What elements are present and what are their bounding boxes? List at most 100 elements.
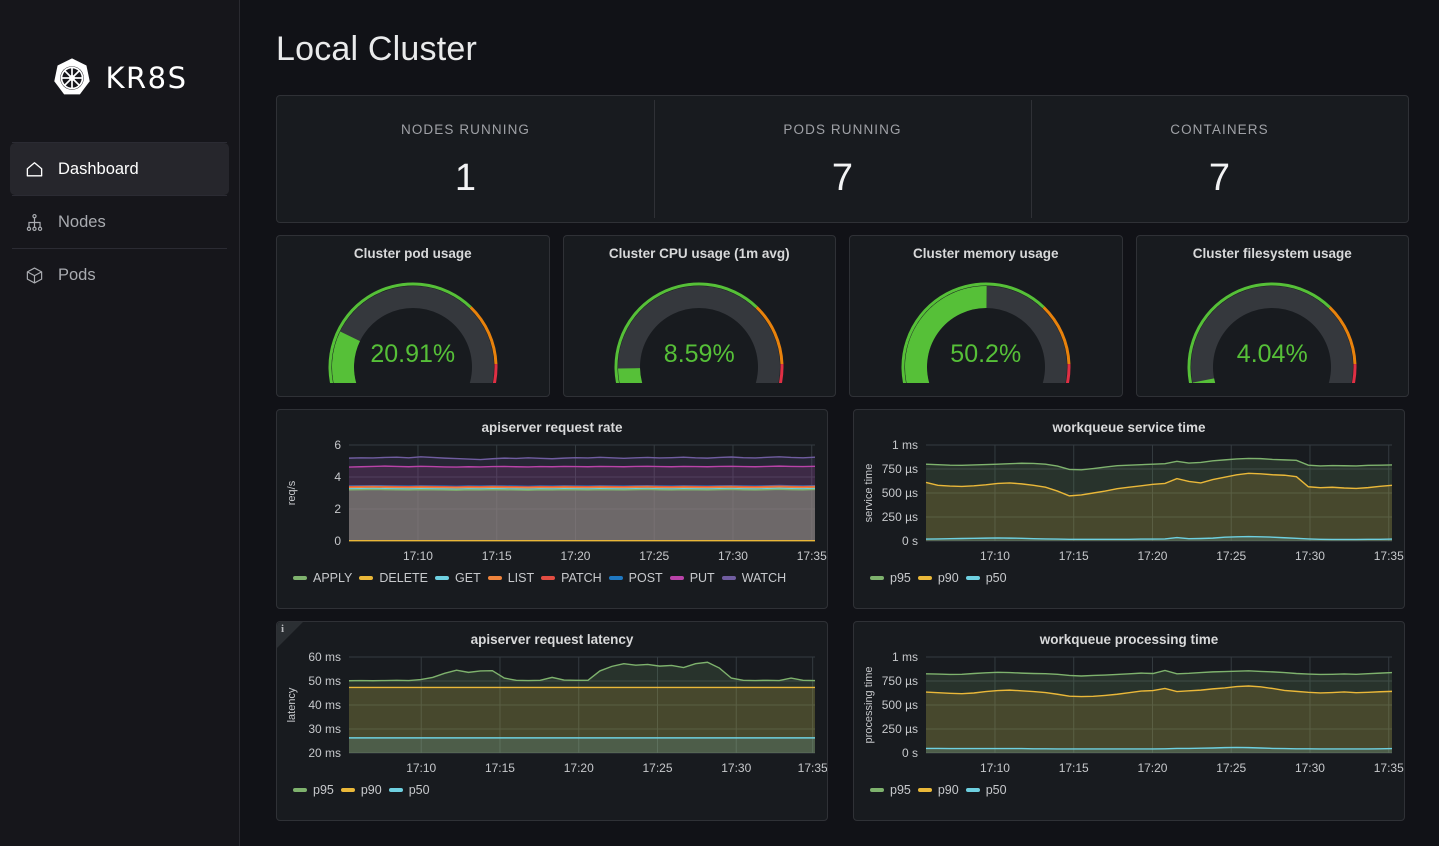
svg-text:0 s: 0 s [902, 534, 918, 548]
gauge-filesystem-usage: 4.04% [1137, 263, 1409, 383]
chart-panel-processing-time[interactable]: workqueue processing time 0 s 250 µs 500 µ… [853, 621, 1405, 821]
sidebar-item-dashboard[interactable]: Dashboard [10, 143, 229, 195]
svg-text:50 ms: 50 ms [308, 674, 341, 688]
legend-label: p50 [985, 571, 1007, 585]
chart-row-1: apiserver request rate 0 2 4 6 17:10 17:15 17:… [276, 409, 1409, 609]
svg-text:17:30: 17:30 [1295, 761, 1325, 775]
gauge-cpu-usage: 8.59% [564, 263, 836, 383]
gauge-panel-cpu-usage[interactable]: Cluster CPU usage (1m avg) 8.59% [562, 235, 836, 397]
panel-title: apiserver request rate [481, 420, 623, 435]
legend-item[interactable]: p95 [293, 783, 334, 797]
svg-text:750 µs: 750 µs [882, 674, 918, 688]
svg-text:17:20: 17:20 [1137, 761, 1167, 775]
chart-panel-request-latency[interactable]: i apiserver request latency 20 ms 30 ms 40… [276, 621, 828, 821]
svg-text:0 s: 0 s [902, 746, 918, 760]
gauge-panel-memory-usage[interactable]: Cluster memory usage 50.2% [849, 235, 1123, 397]
svg-text:17:15: 17:15 [1059, 761, 1089, 775]
stat-label: NODES RUNNING [400, 121, 531, 137]
legend-label: p50 [408, 783, 430, 797]
legend-item[interactable]: p90 [917, 783, 959, 797]
legend-item[interactable]: PUT [669, 571, 715, 585]
legend-item[interactable]: p50 [388, 783, 430, 797]
legend-label: DELETE [379, 571, 429, 585]
legend-swatch [965, 576, 980, 580]
cube-icon [24, 265, 44, 285]
legend-label: APPLY [313, 571, 353, 585]
legend-item[interactable]: p90 [917, 571, 959, 585]
svg-text:500 µs: 500 µs [882, 698, 918, 712]
svg-text:1 ms: 1 ms [892, 438, 918, 452]
svg-text:17:25: 17:25 [639, 549, 669, 563]
legend-item[interactable]: APPLY [293, 571, 352, 585]
stat-label: CONTAINERS [1170, 121, 1269, 137]
legend-item[interactable]: p50 [965, 571, 1007, 585]
svg-text:30 ms: 30 ms [308, 722, 341, 736]
svg-text:17:25: 17:25 [1216, 761, 1246, 775]
svg-text:500 µs: 500 µs [882, 486, 918, 500]
legend-item[interactable]: GET [435, 571, 481, 585]
kubernetes-wheel-icon [51, 57, 93, 99]
svg-text:20 ms: 20 ms [308, 746, 341, 760]
gauge-value: 8.59% [663, 340, 735, 368]
legend-label: PATCH [561, 571, 602, 585]
legend-swatch [608, 576, 623, 580]
legend-swatch [917, 788, 932, 792]
chart-canvas: 0 s 250 µs 500 µs 750 µs 1 ms 17:10 17:15 17:20… [854, 435, 1404, 567]
brand[interactable]: KR8S [0, 0, 239, 142]
legend-label: p90 [360, 783, 382, 797]
legend-swatch [721, 576, 736, 580]
main-content: Local Cluster NODES RUNNING 1 PODS RUNNI… [240, 0, 1439, 846]
sidebar-item-label: Nodes [58, 212, 106, 231]
svg-text:250 µs: 250 µs [882, 722, 918, 736]
legend-swatch [541, 576, 556, 580]
sidebar-nav: Dashboard Nodes Pods [0, 142, 239, 301]
svg-text:17:15: 17:15 [485, 761, 515, 775]
legend-item[interactable]: WATCH [721, 571, 786, 585]
legend-item[interactable]: p95 [870, 571, 911, 585]
legend-item[interactable]: p50 [965, 783, 1007, 797]
svg-text:17:10: 17:10 [406, 761, 436, 775]
legend-item[interactable]: PATCH [541, 571, 602, 585]
chart-panel-request-rate[interactable]: apiserver request rate 0 2 4 6 17:10 17:15 17:… [276, 409, 828, 609]
panel-title: Cluster CPU usage (1m avg) [608, 246, 790, 261]
legend-item[interactable]: LIST [487, 571, 535, 585]
legend-label: p50 [985, 783, 1007, 797]
home-icon [24, 159, 44, 179]
legend-swatch [487, 576, 502, 580]
legend-label: POST [628, 571, 663, 585]
legend-swatch [293, 576, 307, 580]
legend-item[interactable]: POST [608, 571, 663, 585]
chart-panel-service-time[interactable]: workqueue service time 0 s 250 µs 500 µs 75… [853, 409, 1405, 609]
legend-swatch [435, 576, 450, 580]
legend-label: LIST [507, 571, 535, 585]
legend-label: p95 [890, 783, 911, 797]
app-root: KR8S Dashboard Nodes Pods Local Cluster … [0, 0, 1439, 846]
legend-item[interactable]: p90 [340, 783, 382, 797]
legend-item[interactable]: DELETE [359, 571, 428, 585]
gauge-value: 4.04% [1236, 340, 1308, 368]
stat-value: 1 [454, 156, 477, 199]
svg-text:req/s: req/s [286, 480, 298, 505]
svg-text:17:15: 17:15 [1059, 549, 1089, 563]
svg-text:250 µs: 250 µs [882, 510, 918, 524]
svg-text:17:15: 17:15 [482, 549, 512, 563]
chart-canvas: 20 ms 30 ms 40 ms 50 ms 60 ms 17:10 17:15 17:20… [277, 647, 827, 779]
gauge-panel-pod-usage[interactable]: Cluster pod usage 20.91% [276, 235, 550, 397]
sidebar-item-nodes[interactable]: Nodes [10, 196, 229, 248]
sidebar: KR8S Dashboard Nodes Pods [0, 0, 240, 846]
chart-legend: p95 p90 p50 [854, 571, 1404, 585]
sidebar-item-pods[interactable]: Pods [10, 249, 229, 301]
svg-text:17:30: 17:30 [718, 549, 748, 563]
gauge-panel-filesystem-usage[interactable]: Cluster filesystem usage 4.04% [1135, 235, 1409, 397]
legend-item[interactable]: p95 [870, 783, 911, 797]
legend-swatch [293, 788, 307, 792]
legend-swatch [340, 788, 355, 792]
info-icon[interactable]: i [277, 622, 303, 648]
stat-label: PODS RUNNING [783, 121, 902, 137]
svg-text:17:30: 17:30 [1295, 549, 1325, 563]
svg-text:processing time: processing time [863, 666, 875, 743]
chart-legend: APPLY DELETE GET LIST PATCH POST PUT WATCH [277, 571, 827, 585]
gauge-row: Cluster pod usage 20.91% Cluster CPU usa… [276, 235, 1409, 397]
legend-label: p95 [890, 571, 911, 585]
legend-swatch [870, 788, 884, 792]
